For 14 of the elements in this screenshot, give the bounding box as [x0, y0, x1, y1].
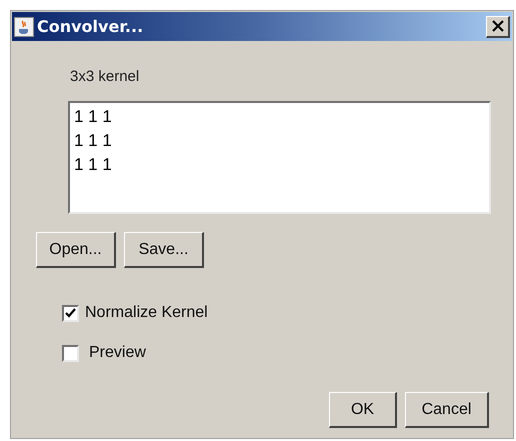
file-button[interactable]: Save...: [124, 232, 204, 268]
file-button[interactable]: Open...: [36, 232, 116, 268]
kernel-text-area[interactable]: 1 1 1 1 1 1 1 1 1: [68, 101, 491, 214]
close-icon: [492, 20, 504, 32]
kernel-label: 3x3 kernel: [70, 68, 140, 85]
close-button[interactable]: [486, 16, 510, 38]
checkbox-label: Normalize Kernel: [85, 303, 208, 323]
checkbox[interactable]: [62, 304, 79, 322]
checkbox-label: Preview: [89, 343, 146, 363]
checkbox[interactable]: [62, 344, 79, 362]
cup-icon: [14, 16, 34, 36]
window-title: Convolver...: [37, 16, 144, 38]
dialog-button[interactable]: Cancel: [405, 392, 489, 428]
dialog-button[interactable]: OK: [329, 392, 397, 428]
